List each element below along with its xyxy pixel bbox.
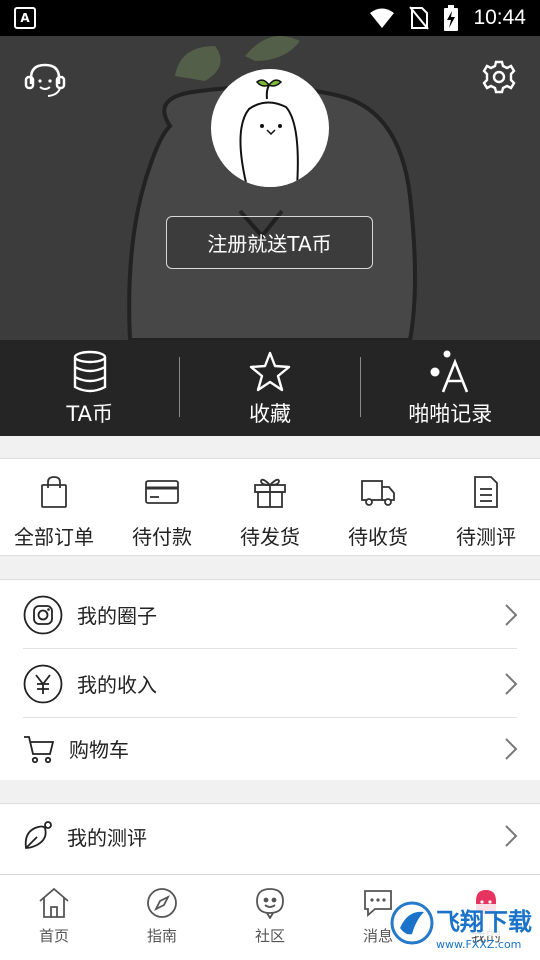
avatar[interactable] [211,69,329,187]
home-icon [39,887,69,918]
order-label: 全部订单 [14,525,94,549]
stat-label: 收藏 [248,402,291,426]
no-sim-icon [409,6,430,30]
menu-label: 我的圈子 [77,604,157,628]
menu-label: 我的测评 [67,825,147,850]
menu-item-my-circle[interactable]: 我的圈子 [0,580,540,649]
gift-icon [254,478,286,508]
profile-header: 注册就送TA币 [0,36,540,340]
credit-card-icon [145,480,179,504]
tab-guide[interactable]: 指南 [108,875,216,960]
tab-home[interactable]: 首页 [0,875,108,960]
clock: 10:44 [473,6,526,29]
order-pending-receipt[interactable]: 待收货 [324,459,432,555]
menu-item-my-income[interactable]: 我的收入 [0,649,540,718]
menu-group-account: 我的圈子 我的收入 购物车 [0,579,540,780]
dots-a-icon [430,350,469,393]
stat-ta-coins[interactable]: TA币 [0,340,179,436]
menu-item-my-reviews[interactable]: 我的测评 [0,804,540,868]
customer-service-icon[interactable] [24,60,66,100]
menu-group-reviews: 我的测评 [0,803,540,874]
chevron-right-icon [505,737,518,760]
shopping-cart-icon [23,729,55,769]
menu-label: 我的收入 [77,673,157,697]
stats-bar: TA币 收藏 啪啪记录 [0,340,540,436]
instagram-circle-icon [23,595,63,635]
watermark-url: www.FXXZ.com [436,938,521,951]
order-all[interactable]: 全部订单 [0,459,108,555]
order-label: 待测评 [456,525,516,549]
settings-gear-icon[interactable] [482,60,516,94]
truck-icon [361,480,395,506]
order-label: 待收货 [348,525,408,549]
tab-community[interactable]: 社区 [216,875,324,960]
status-icons: 10:44 [369,5,526,31]
order-pending-payment[interactable]: 待付款 [108,459,216,555]
shopping-bag-icon [41,476,67,508]
order-status-row: 全部订单 待付款 待发货 待收货 待测评 [0,458,540,556]
tab-label: 首页 [38,927,69,945]
order-label: 待发货 [240,525,300,549]
status-bar: A 10:44 [0,0,540,36]
register-bonus-button[interactable]: 注册就送TA币 [166,216,373,269]
stat-label: 啪啪记录 [408,402,493,426]
chevron-right-icon [505,825,518,847]
document-icon [474,476,498,508]
yuan-circle-icon [23,664,63,704]
order-label: 待付款 [132,525,192,549]
stat-label: TA币 [66,402,113,426]
stat-favorites[interactable]: 收藏 [180,340,359,436]
fxxz-watermark-logo: 飞翔下载 www.FXXZ.com [390,901,538,951]
menu-label: 购物车 [69,738,129,762]
chevron-right-icon [505,672,518,695]
compass-icon [147,888,177,918]
menu-item-cart[interactable]: 购物车 [0,718,540,779]
tab-label: 社区 [254,927,285,945]
leaf-pen-icon [23,816,53,856]
order-pending-review[interactable]: 待测评 [432,459,540,555]
community-icon [256,888,284,919]
stat-activity-records[interactable]: 啪啪记录 [361,340,540,436]
tab-label: 消息 [362,927,393,945]
wifi-icon [370,8,395,28]
avatar-sprout-illustration [239,79,299,187]
watermark-brand: 飞翔下载 [436,908,532,936]
order-pending-shipment[interactable]: 待发货 [216,459,324,555]
notification-badge-icon: A [14,7,36,29]
star-icon [249,351,291,392]
coins-icon [73,350,106,393]
battery-charging-icon [444,5,459,31]
chevron-right-icon [505,603,518,626]
tab-label: 指南 [146,927,177,945]
